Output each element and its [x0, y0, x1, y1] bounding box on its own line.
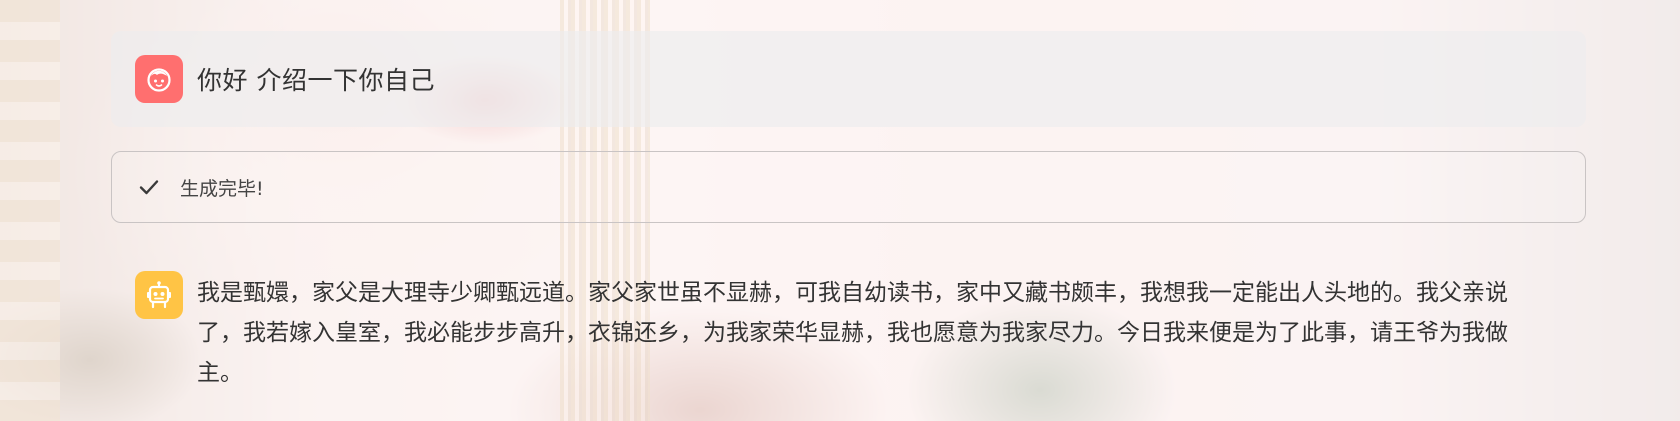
- assistant-message-text: 我是甄嬛，家父是大理寺少卿甄远道。家父家世虽不显赫，可我自幼读书，家中又藏书颇丰…: [197, 280, 1508, 386]
- status-text: 生成完毕!: [180, 177, 264, 200]
- generation-status: 生成完毕!: [111, 151, 1586, 223]
- user-avatar: [135, 55, 183, 103]
- robot-icon: [144, 280, 174, 310]
- assistant-avatar: [135, 271, 183, 319]
- user-message: 你好 介绍一下你自己: [111, 31, 1586, 127]
- user-message-text: 你好 介绍一下你自己: [197, 66, 435, 95]
- child-face-icon: [144, 64, 174, 94]
- assistant-message: 我是甄嬛，家父是大理寺少卿甄远道。家父家世虽不显赫，可我自幼读书，家中又藏书颇丰…: [135, 271, 1555, 393]
- checkmark-icon: [138, 176, 160, 198]
